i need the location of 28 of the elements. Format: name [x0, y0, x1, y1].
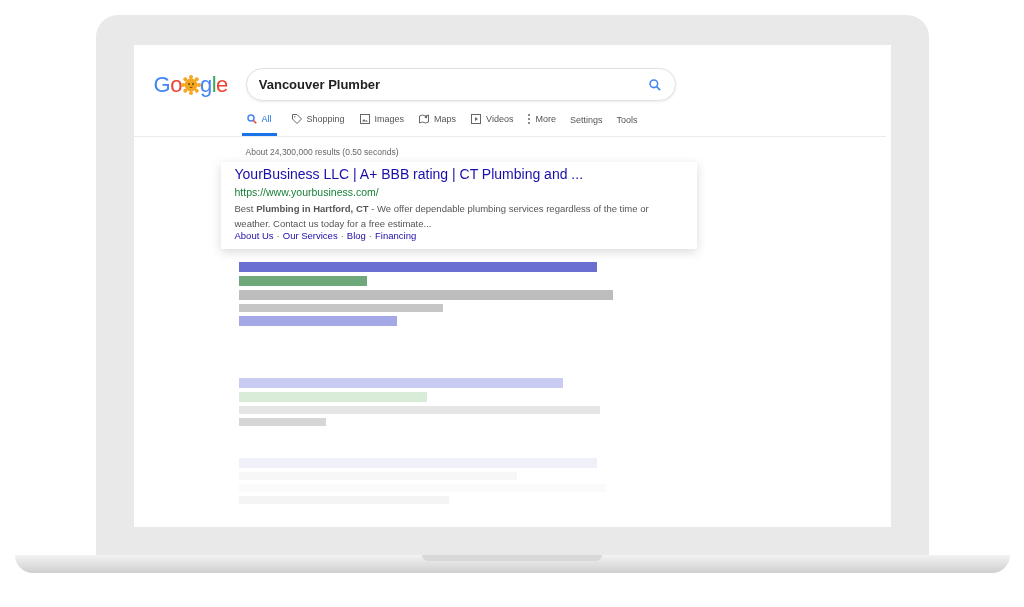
sitelink[interactable]: About Us	[234, 230, 274, 241]
search-tab[interactable]: All	[241, 113, 277, 136]
search-tool-link[interactable]: Settings	[569, 115, 603, 136]
result-snippet: Best Plumbing in Hartford, CT - We offer dependable plumbing services regardless of the time or weather. Contact us today for a free estimate...	[234, 202, 650, 231]
image-icon	[358, 113, 371, 125]
separator-dot: ·	[368, 230, 372, 241]
sitelink[interactable]: Financing	[375, 230, 417, 241]
search-tab[interactable]: More	[527, 113, 556, 136]
result-title-link[interactable]: YourBusiness LLC | A+ BBB rating | CT Plumbing and ...	[234, 166, 687, 182]
search-tool-link[interactable]: Tools	[616, 115, 638, 136]
separator-dot: ·	[340, 230, 344, 241]
more-icon	[527, 113, 532, 125]
search-icon[interactable]	[647, 77, 662, 92]
separator-dot: ·	[276, 230, 280, 241]
sitelink[interactable]: Blog	[346, 230, 366, 241]
search-tab[interactable]: Videos	[470, 113, 514, 136]
search-icon	[245, 113, 258, 125]
search-tab[interactable]: Maps	[418, 113, 457, 136]
result-stats: About 24,300,000 results (0.50 seconds)	[244, 146, 400, 157]
search-field[interactable]: Vancouver Plumber	[245, 68, 676, 101]
tag-icon	[290, 113, 303, 125]
search-tab[interactable]: Images	[358, 113, 405, 136]
result-url: https://www.yourbusiness.com/	[234, 186, 380, 198]
map-icon	[418, 113, 431, 125]
search-tab[interactable]: Shopping	[290, 113, 345, 136]
video-icon	[470, 113, 483, 125]
sitelink[interactable]: Our Services	[282, 230, 338, 241]
google-logo[interactable]: Go gle	[153, 71, 228, 98]
